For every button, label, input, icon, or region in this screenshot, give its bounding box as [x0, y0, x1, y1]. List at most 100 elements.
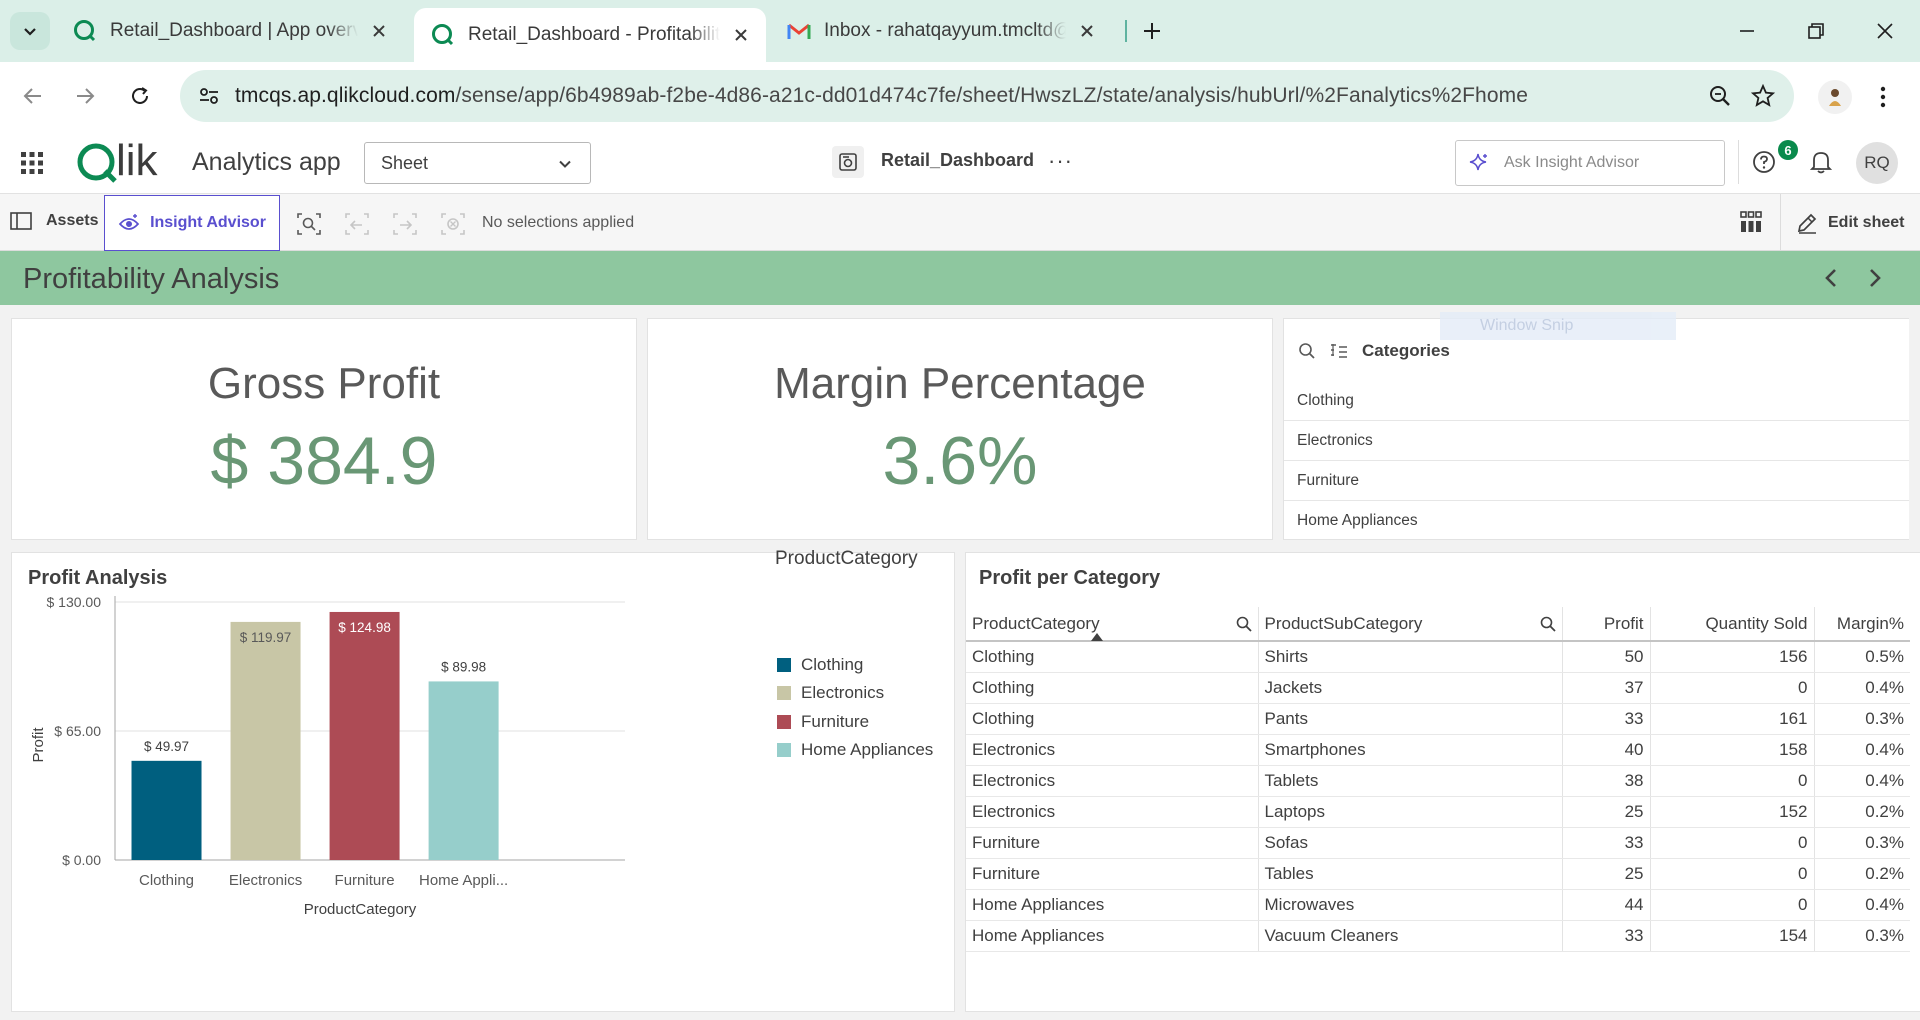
table-cell: 40	[1562, 734, 1651, 766]
previous-sheet-icon[interactable]	[1822, 267, 1842, 289]
table-cell[interactable]: Home Appliances	[966, 920, 1259, 952]
column-header-profit[interactable]: Profit	[1562, 607, 1651, 642]
table-row[interactable]: Clothing Jackets 37 0 0.4%	[966, 672, 1910, 704]
next-sheet-icon[interactable]	[1864, 267, 1884, 289]
legend-item-furniture[interactable]: Furniture	[777, 712, 869, 732]
close-icon[interactable]	[732, 26, 750, 44]
filter-item-furniture[interactable]: Furniture	[1284, 461, 1909, 501]
table-row[interactable]: Electronics Smartphones 40 158 0.4%	[966, 734, 1910, 766]
step-back-icon[interactable]	[344, 212, 370, 236]
table-row[interactable]: Clothing Shirts 50 156 0.5%	[966, 641, 1910, 673]
assets-button[interactable]: Assets	[10, 212, 98, 230]
edit-sheet-button[interactable]: Edit sheet	[1796, 212, 1904, 234]
profile-avatar[interactable]	[1818, 80, 1852, 114]
legend-item-clothing[interactable]: Clothing	[777, 655, 863, 675]
close-icon[interactable]	[370, 22, 388, 40]
search-icon[interactable]	[1540, 616, 1556, 632]
table-cell[interactable]: Electronics	[966, 765, 1259, 797]
legend-item-electronics[interactable]: Electronics	[777, 683, 884, 703]
table-row[interactable]: Clothing Pants 33 161 0.3%	[966, 703, 1910, 735]
site-settings-icon[interactable]	[198, 85, 220, 107]
x-tick-label: Electronics	[229, 872, 302, 889]
tab-search-button[interactable]	[10, 12, 50, 50]
browser-tab-profitability[interactable]: Retail_Dashboard - Profitability	[414, 8, 766, 62]
insight-advisor-button[interactable]: Insight Advisor	[104, 195, 280, 251]
kebab-menu-icon[interactable]	[1878, 85, 1888, 109]
new-tab-button[interactable]	[1135, 14, 1169, 48]
help-icon[interactable]	[1752, 150, 1776, 174]
step-forward-icon[interactable]	[392, 212, 418, 236]
table-cell[interactable]: Furniture	[966, 827, 1259, 859]
table-cell[interactable]: Home Appliances	[966, 889, 1259, 921]
table-cell[interactable]: Sofas	[1258, 827, 1563, 859]
table-cell[interactable]: Pants	[1258, 703, 1563, 735]
bar-home-appli[interactable]	[428, 681, 499, 860]
column-header-margin[interactable]: Margin%	[1814, 607, 1910, 642]
table-cell[interactable]: Electronics	[966, 796, 1259, 828]
close-window-button[interactable]	[1868, 14, 1902, 48]
grid-view-icon[interactable]	[1740, 211, 1762, 233]
x-tick-label: Clothing	[139, 872, 194, 889]
browser-tab-gmail[interactable]: Inbox - rahatqayyum.tmcltd@gmail.com	[770, 8, 1112, 54]
table-cell[interactable]: Vacuum Cleaners	[1258, 920, 1563, 952]
kpi-gross-profit[interactable]: Gross Profit $ 384.9	[11, 318, 637, 540]
help-notification-badge: 6	[1778, 140, 1798, 160]
table-row[interactable]: Furniture Sofas 33 0 0.3%	[966, 827, 1910, 859]
table-cell[interactable]: Jackets	[1258, 672, 1563, 704]
browser-tab-app-overview[interactable]: Retail_Dashboard | App overview	[56, 8, 404, 54]
close-icon[interactable]	[1078, 22, 1096, 40]
table-cell[interactable]: Clothing	[966, 703, 1259, 735]
url-text: tmcqs.ap.qlikcloud.com/sense/app/6b4989a…	[235, 84, 1528, 108]
table-cell[interactable]: Electronics	[966, 734, 1259, 766]
filter-item-home-appliances[interactable]: Home Appliances	[1284, 501, 1909, 541]
table-cell[interactable]: Clothing	[966, 641, 1259, 673]
table-cell[interactable]: Laptops	[1258, 796, 1563, 828]
smart-search-icon[interactable]	[296, 212, 322, 236]
ask-insight-advisor-input[interactable]: Ask Insight Advisor	[1455, 140, 1725, 186]
table-row[interactable]: Home Appliances Microwaves 44 0 0.4%	[966, 889, 1910, 921]
forward-button[interactable]	[67, 78, 103, 114]
restore-button[interactable]	[1799, 14, 1833, 48]
column-header-productcategory[interactable]: ProductCategory	[966, 607, 1259, 642]
table-cell[interactable]: Tables	[1258, 858, 1563, 890]
table-cell[interactable]: Smartphones	[1258, 734, 1563, 766]
table-row[interactable]: Furniture Tables 25 0 0.2%	[966, 858, 1910, 890]
bar-clothing[interactable]	[131, 760, 202, 860]
column-header-quantity-sold[interactable]: Quantity Sold	[1650, 607, 1815, 642]
app-title[interactable]: Retail_Dashboard	[881, 150, 1034, 171]
search-icon[interactable]	[1298, 342, 1316, 360]
address-bar[interactable]: tmcqs.ap.qlikcloud.com/sense/app/6b4989a…	[180, 70, 1794, 122]
legend-item-home-appliances[interactable]: Home Appliances	[777, 740, 933, 760]
filter-item-electronics[interactable]: Electronics	[1284, 421, 1909, 461]
qlik-logo[interactable]: lik	[76, 136, 168, 188]
table-cell[interactable]: Clothing	[966, 672, 1259, 704]
reload-button[interactable]	[122, 78, 158, 114]
more-options-button[interactable]: ···	[1048, 148, 1073, 174]
table-row[interactable]: Electronics Tablets 38 0 0.4%	[966, 765, 1910, 797]
minimize-button[interactable]	[1730, 14, 1764, 48]
table-cell[interactable]: Tablets	[1258, 765, 1563, 797]
bar-furniture[interactable]	[329, 611, 400, 860]
user-avatar[interactable]: RQ	[1856, 142, 1898, 184]
table-row[interactable]: Electronics Laptops 25 152 0.2%	[966, 796, 1910, 828]
zoom-icon[interactable]	[1708, 84, 1732, 108]
categories-filter-pane[interactable]: Categories Clothing Electronics Furnitur…	[1283, 318, 1909, 540]
bar-electronics[interactable]	[230, 621, 301, 860]
bar-chart-plot[interactable]: $ 0.00 $ 65.00 $ 130.00 $ 49.97 Clothing $ 11…	[11, 552, 955, 1012]
clear-selections-icon[interactable]	[440, 212, 466, 236]
table-cell[interactable]: Shirts	[1258, 641, 1563, 673]
view-select-dropdown[interactable]: Sheet	[364, 142, 591, 184]
table-cell: 25	[1562, 796, 1651, 828]
app-launcher-icon[interactable]	[21, 152, 43, 174]
filter-item-clothing[interactable]: Clothing	[1284, 381, 1909, 421]
table-cell[interactable]: Microwaves	[1258, 889, 1563, 921]
bookmark-star-icon[interactable]	[1751, 84, 1775, 108]
column-header-productsubcategory[interactable]: ProductSubCategory	[1258, 607, 1563, 642]
table-row[interactable]: Home Appliances Vacuum Cleaners 33 154 0.3%	[966, 920, 1910, 952]
bell-icon[interactable]	[1810, 150, 1832, 174]
search-icon[interactable]	[1236, 616, 1252, 632]
legend-swatch	[777, 715, 791, 729]
table-cell[interactable]: Furniture	[966, 858, 1259, 890]
back-button[interactable]	[15, 78, 51, 114]
kpi-margin-percentage[interactable]: Margin Percentage 3.6%	[647, 318, 1273, 540]
